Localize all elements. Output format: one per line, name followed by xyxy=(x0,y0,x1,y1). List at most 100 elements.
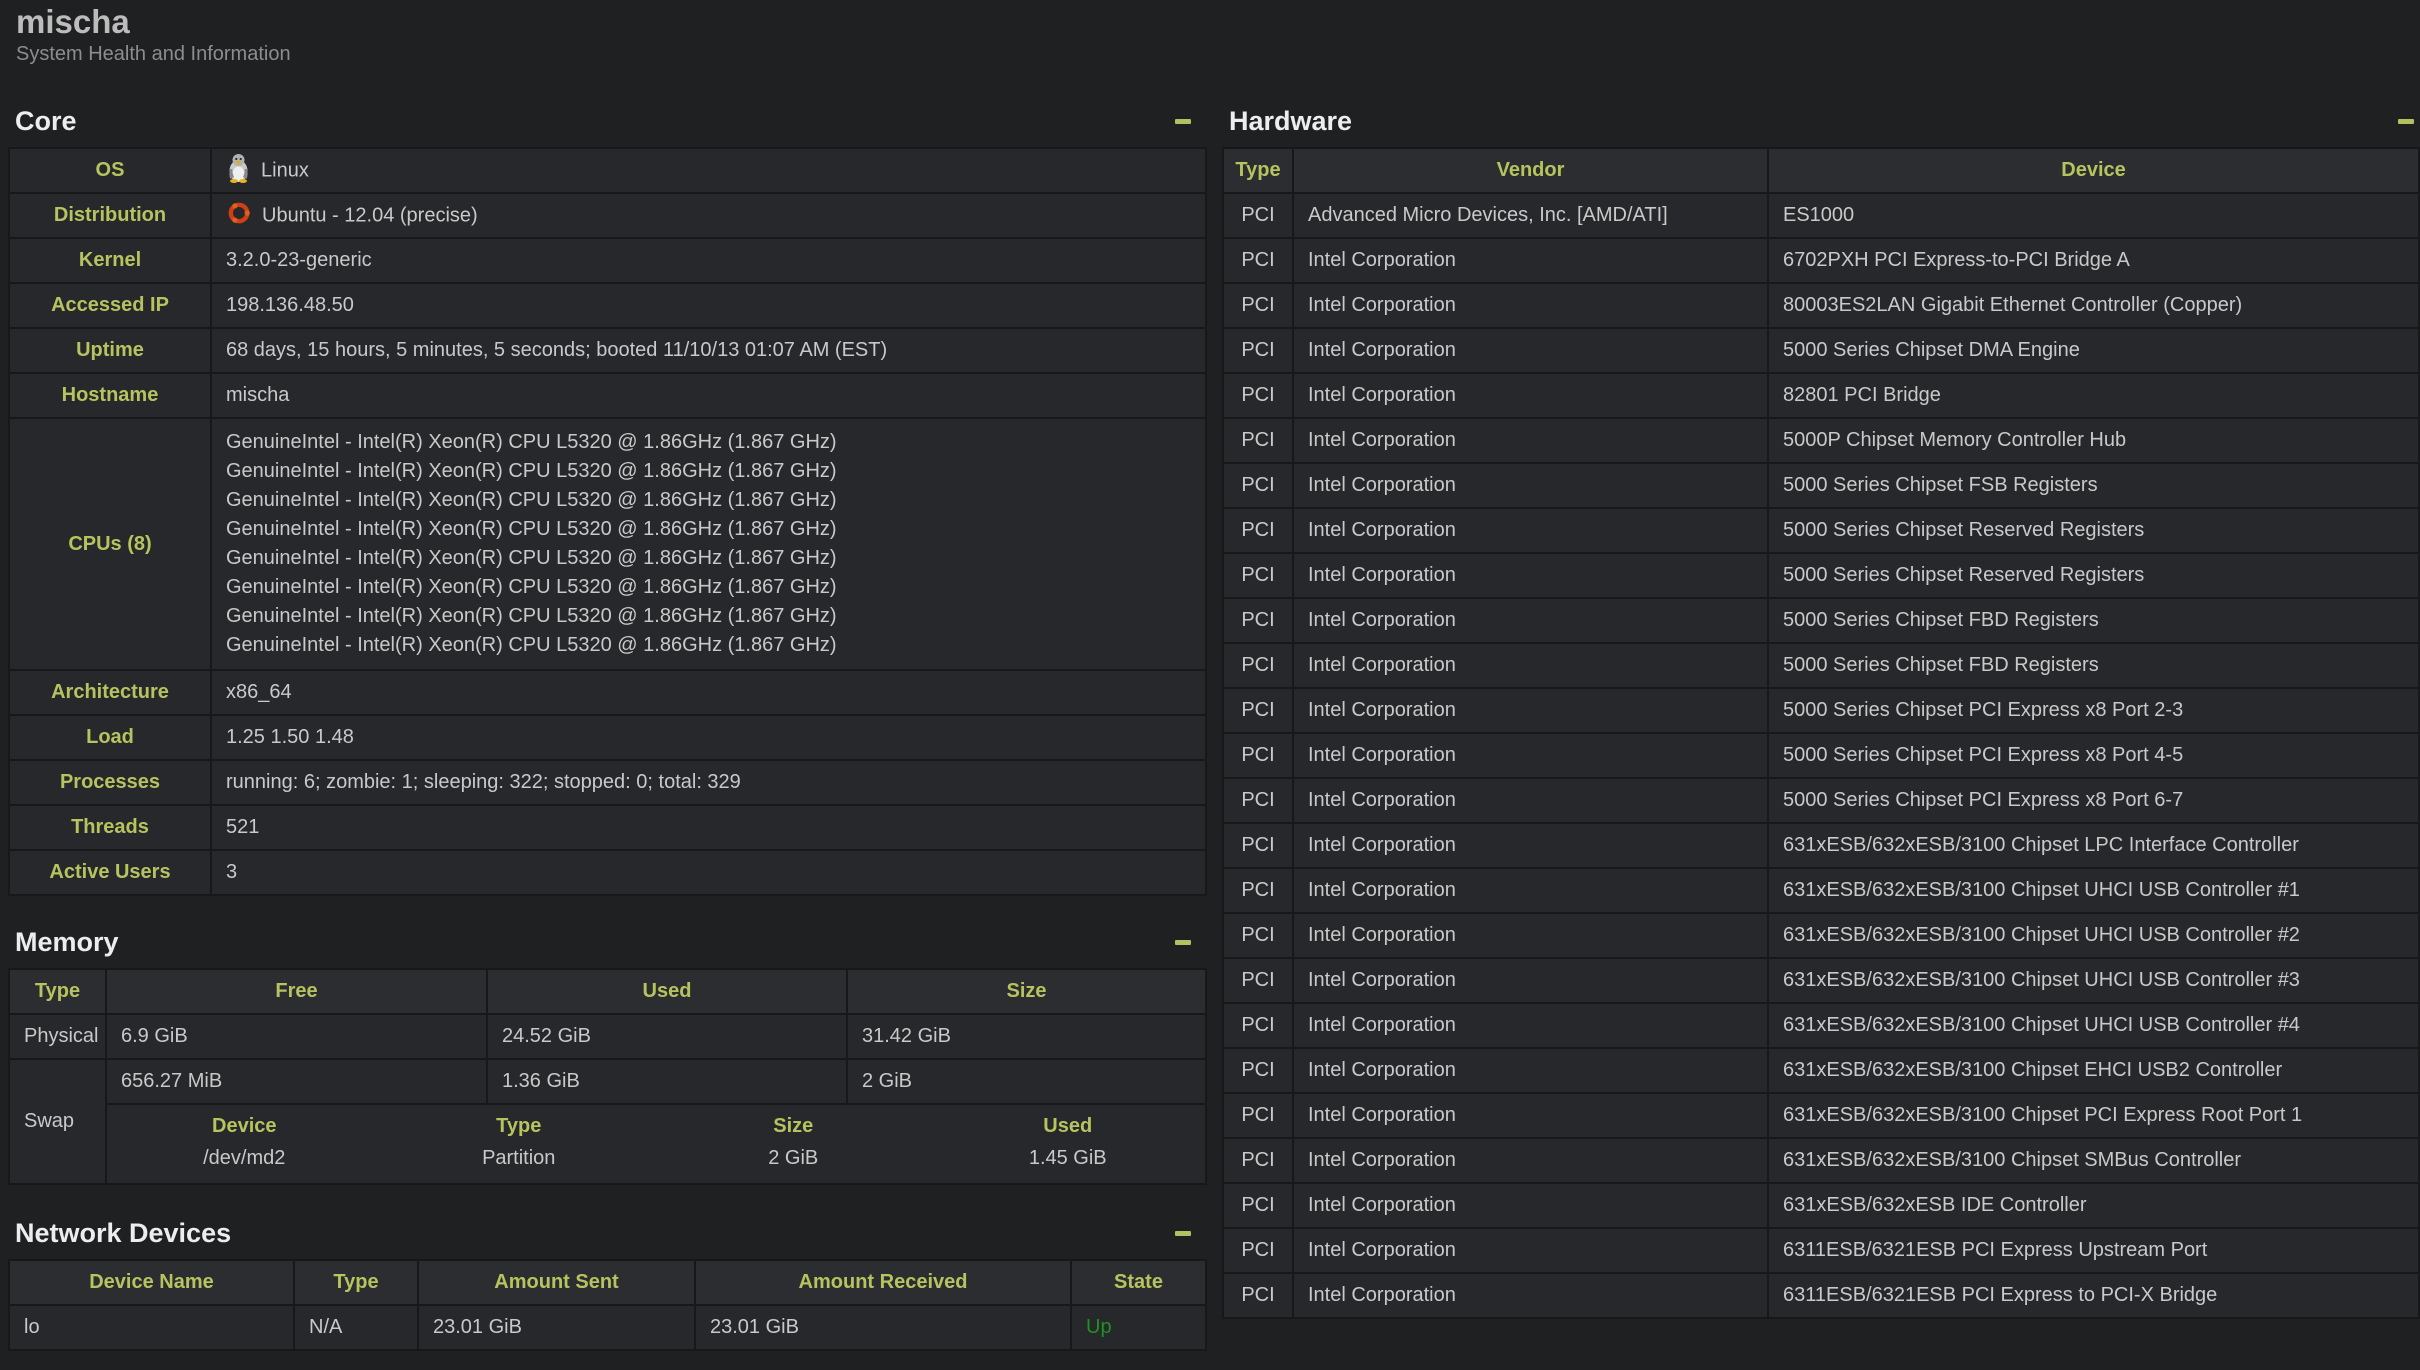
core-row-label: Processes xyxy=(9,760,211,805)
page-subtitle: System Health and Information xyxy=(16,42,291,66)
hardware-vendor-cell: Intel Corporation xyxy=(1293,643,1768,688)
hardware-vendor-cell: Intel Corporation xyxy=(1293,463,1768,508)
hardware-type-cell: PCI xyxy=(1223,778,1293,823)
cpu-list: GenuineIntel - Intel(R) Xeon(R) CPU L532… xyxy=(211,418,1206,670)
network-header-name: Device Name xyxy=(9,1260,294,1305)
hardware-type-cell: PCI xyxy=(1223,688,1293,733)
swap-header-used: Used xyxy=(931,1110,1206,1142)
table-row: Accessed IP 198.136.48.50 xyxy=(9,283,1206,328)
collapse-minus-icon[interactable] xyxy=(2398,119,2414,124)
table-header-row: Type Free Used Size xyxy=(9,969,1206,1014)
table-row: PCI Intel Corporation 5000 Series Chipse… xyxy=(1223,463,2419,508)
table-row: PCI Intel Corporation 5000 Series Chipse… xyxy=(1223,598,2419,643)
core-row-label: Kernel xyxy=(9,238,211,283)
table-row: PCI Intel Corporation 6311ESB/6321ESB PC… xyxy=(1223,1228,2419,1273)
page-title: mischa xyxy=(16,2,291,42)
core-row-label: Uptime xyxy=(9,328,211,373)
section-head-core: Core xyxy=(8,105,1207,137)
hardware-device-cell: 5000 Series Chipset Reserved Registers xyxy=(1768,508,2419,553)
table-row: Uptime 68 days, 15 hours, 5 minutes, 5 s… xyxy=(9,328,1206,373)
core-row-value: 198.136.48.50 xyxy=(211,283,1206,328)
core-row-value: 1.25 1.50 1.48 xyxy=(211,715,1206,760)
core-row-value: 3 xyxy=(211,850,1206,895)
hardware-type-cell: PCI xyxy=(1223,823,1293,868)
core-row-label: Active Users xyxy=(9,850,211,895)
hardware-vendor-cell: Intel Corporation xyxy=(1293,598,1768,643)
hardware-vendor-cell: Intel Corporation xyxy=(1293,1138,1768,1183)
hardware-vendor-cell: Intel Corporation xyxy=(1293,778,1768,823)
swap-device-type: Partition xyxy=(382,1142,657,1174)
left-column: Core OS xyxy=(8,95,1207,1351)
core-row-value: 521 xyxy=(211,805,1206,850)
table-row: Distribution Ubuntu - 12.04 (pr xyxy=(9,193,1206,238)
memory-type-cell: Swap xyxy=(9,1059,106,1184)
memory-used-cell: 24.52 GiB xyxy=(487,1014,847,1059)
table-row: PCI Intel Corporation 6702PXH PCI Expres… xyxy=(1223,238,2419,283)
core-row-value: 3.2.0-23-generic xyxy=(211,238,1206,283)
hardware-device-cell: 5000 Series Chipset FBD Registers xyxy=(1768,643,2419,688)
core-row-label: Load xyxy=(9,715,211,760)
swap-devices-header-row: Device Type Size Used xyxy=(107,1110,1205,1142)
network-device-type: N/A xyxy=(294,1305,418,1350)
network-table: Device Name Type Amount Sent Amount Rece… xyxy=(8,1259,1207,1351)
hardware-device-cell: 5000 Series Chipset FBD Registers xyxy=(1768,598,2419,643)
hardware-type-cell: PCI xyxy=(1223,643,1293,688)
table-row: PCI Intel Corporation 631xESB/632xESB/31… xyxy=(1223,958,2419,1003)
hardware-vendor-cell: Intel Corporation xyxy=(1293,913,1768,958)
core-row-value: 68 days, 15 hours, 5 minutes, 5 seconds;… xyxy=(211,328,1206,373)
memory-type-cell: Physical xyxy=(9,1014,106,1059)
table-row: PCI Intel Corporation 5000 Series Chipse… xyxy=(1223,688,2419,733)
table-row: PCI Intel Corporation 5000 Series Chipse… xyxy=(1223,733,2419,778)
cpu-line: GenuineIntel - Intel(R) Xeon(R) CPU L532… xyxy=(226,573,1191,602)
collapse-minus-icon[interactable] xyxy=(1175,1231,1191,1236)
hardware-device-cell: 631xESB/632xESB IDE Controller xyxy=(1768,1183,2419,1228)
swap-header-size: Size xyxy=(656,1110,931,1142)
table-row: PCI Advanced Micro Devices, Inc. [AMD/AT… xyxy=(1223,193,2419,238)
hardware-type-cell: PCI xyxy=(1223,373,1293,418)
table-row: Kernel 3.2.0-23-generic xyxy=(9,238,1206,283)
hardware-device-cell: 631xESB/632xESB/3100 Chipset UHCI USB Co… xyxy=(1768,1003,2419,1048)
distribution-value: Ubuntu - 12.04 (precise) xyxy=(262,204,478,226)
collapse-minus-icon[interactable] xyxy=(1175,119,1191,124)
table-row-cpus: CPUs (8) GenuineIntel - Intel(R) Xeon(R)… xyxy=(9,418,1206,670)
core-table: OS Linux xyxy=(8,147,1207,896)
table-row: Threads 521 xyxy=(9,805,1206,850)
table-row: Architecture x86_64 xyxy=(9,670,1206,715)
hardware-device-cell: 80003ES2LAN Gigabit Ethernet Controller … xyxy=(1768,283,2419,328)
core-section-title: Core xyxy=(8,105,1207,137)
table-row: PCI Intel Corporation 5000P Chipset Memo… xyxy=(1223,418,2419,463)
swap-devices-table: Device Type Size Used /dev/md2 Partition… xyxy=(107,1110,1205,1174)
hardware-device-cell: 5000P Chipset Memory Controller Hub xyxy=(1768,418,2419,463)
core-row-value: running: 6; zombie: 1; sleeping: 322; st… xyxy=(211,760,1206,805)
hardware-header-device: Device xyxy=(1768,148,2419,193)
hardware-device-cell: 82801 PCI Bridge xyxy=(1768,373,2419,418)
hardware-header-vendor: Vendor xyxy=(1293,148,1768,193)
network-header-sent: Amount Sent xyxy=(418,1260,695,1305)
collapse-minus-icon[interactable] xyxy=(1175,940,1191,945)
memory-free-cell: 6.9 GiB xyxy=(106,1014,487,1059)
hardware-device-cell: 5000 Series Chipset DMA Engine xyxy=(1768,328,2419,373)
hardware-type-cell: PCI xyxy=(1223,238,1293,283)
memory-header-type: Type xyxy=(9,969,106,1014)
hardware-type-cell: PCI xyxy=(1223,1228,1293,1273)
cpu-line: GenuineIntel - Intel(R) Xeon(R) CPU L532… xyxy=(226,428,1191,457)
table-row: PCI Intel Corporation 6311ESB/6321ESB PC… xyxy=(1223,1273,2419,1318)
hardware-vendor-cell: Intel Corporation xyxy=(1293,373,1768,418)
hardware-vendor-cell: Intel Corporation xyxy=(1293,508,1768,553)
swap-devices-cell: Device Type Size Used /dev/md2 Partition… xyxy=(106,1104,1206,1184)
memory-header-used: Used xyxy=(487,969,847,1014)
hardware-device-cell: 631xESB/632xESB/3100 Chipset SMBus Contr… xyxy=(1768,1138,2419,1183)
hardware-device-cell: 631xESB/632xESB/3100 Chipset EHCI USB2 C… xyxy=(1768,1048,2419,1093)
network-header-state: State xyxy=(1071,1260,1206,1305)
tux-penguin-icon xyxy=(226,153,251,189)
table-row: PCI Intel Corporation 631xESB/632xESB/31… xyxy=(1223,868,2419,913)
os-value: Linux xyxy=(261,159,309,181)
hardware-vendor-cell: Intel Corporation xyxy=(1293,1273,1768,1318)
swap-header-type: Type xyxy=(382,1110,657,1142)
section-head-network: Network Devices xyxy=(8,1217,1207,1249)
table-row: PCI Intel Corporation 82801 PCI Bridge xyxy=(1223,373,2419,418)
table-row-physical: Physical 6.9 GiB 24.52 GiB 31.42 GiB xyxy=(9,1014,1206,1059)
core-row-value: mischa xyxy=(211,373,1206,418)
core-row-label: OS xyxy=(9,148,211,193)
hardware-type-cell: PCI xyxy=(1223,868,1293,913)
